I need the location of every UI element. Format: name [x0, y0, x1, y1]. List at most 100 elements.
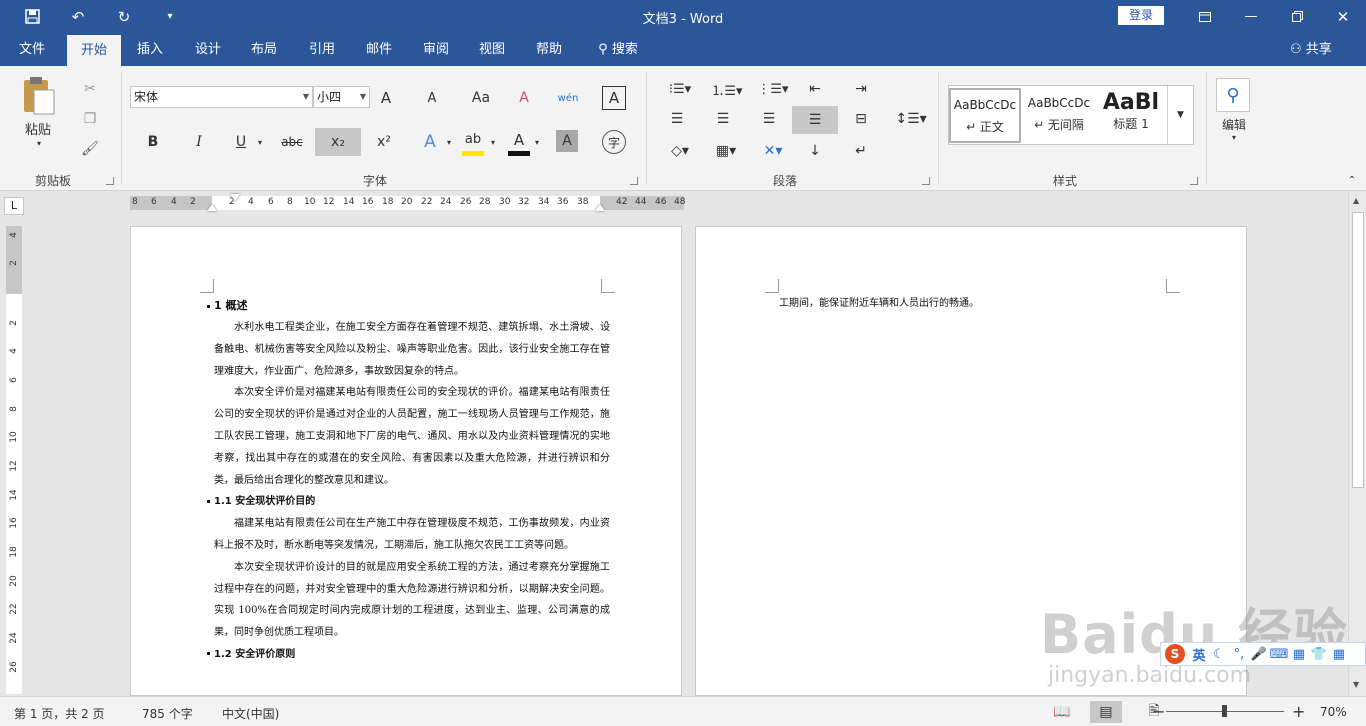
bullets-icon[interactable]: ⁝☰▾: [662, 78, 698, 100]
tab-design[interactable]: 设计: [184, 33, 232, 66]
share-button[interactable]: ⚇ 共享: [1290, 33, 1332, 66]
page-2-body[interactable]: 工期间，能保证附近车辆和人员出行的畅通。: [779, 293, 1175, 315]
heading-2[interactable]: 1.1 安全现状评价目的: [207, 491, 610, 513]
print-layout-icon[interactable]: ▤: [1090, 701, 1122, 723]
find-icon[interactable]: ⚲: [1216, 78, 1250, 112]
highlight-icon[interactable]: ab: [462, 128, 484, 156]
format-painter-icon[interactable]: 🖌: [78, 138, 102, 160]
heading-1[interactable]: 1 概述: [207, 295, 610, 317]
superscript-icon[interactable]: x²: [372, 130, 396, 154]
font-launcher-icon[interactable]: [630, 177, 638, 185]
page-1-body[interactable]: 1 概述 水利水电工程类企业，在施工安全方面存在着管理不规范、建筑拆塌、水土滑坡…: [207, 295, 610, 666]
toolbox-icon[interactable]: ▦: [1289, 647, 1309, 662]
text-effects-icon[interactable]: A: [418, 130, 442, 154]
highlight-dropdown-icon[interactable]: ▾: [488, 130, 498, 154]
paste-icon[interactable]: [18, 74, 58, 118]
undo-icon[interactable]: ↶: [58, 0, 98, 33]
paragraph[interactable]: 工期间，能保证附近车辆和人员出行的畅通。: [779, 293, 1175, 315]
font-color-dropdown-icon[interactable]: ▾: [532, 130, 542, 154]
zoom-level[interactable]: 70%: [1320, 705, 1347, 719]
borders-icon[interactable]: ▦▾: [708, 140, 744, 162]
bold-icon[interactable]: B: [142, 130, 164, 154]
sort-icon[interactable]: ↓: [804, 140, 826, 162]
tab-home[interactable]: 开始: [67, 35, 121, 66]
paragraph[interactable]: 福建某电站有限责任公司在生产施工中存在管理极度不规范，工伤事故频发，内业资料上报…: [214, 513, 610, 557]
align-right-icon[interactable]: ☰: [758, 108, 780, 130]
styles-launcher-icon[interactable]: [1190, 177, 1198, 185]
minimize-icon[interactable]: —: [1228, 0, 1274, 33]
styles-more-icon[interactable]: ▼: [1167, 86, 1193, 144]
strikethrough-icon[interactable]: abc: [276, 130, 308, 154]
scroll-down-icon[interactable]: ▼: [1353, 680, 1359, 689]
keyboard-icon[interactable]: ⌨: [1269, 647, 1289, 662]
style-normal[interactable]: AaBbCcDc ↵ 正文: [949, 88, 1021, 143]
tab-help[interactable]: 帮助: [525, 33, 573, 66]
paragraph[interactable]: 本次安全现状评价设计的目的就是应用安全系统工程的方法，通过考察充分掌握施工过程中…: [214, 557, 610, 644]
skin-icon[interactable]: 👕: [1309, 647, 1329, 662]
cut-icon[interactable]: ✂: [78, 78, 102, 100]
change-case-icon[interactable]: Aa: [464, 86, 498, 110]
align-left-icon[interactable]: ☰: [666, 108, 688, 130]
tab-references[interactable]: 引用: [298, 33, 346, 66]
horizontal-ruler[interactable]: 8 6 4 2 2 4 6 8 10 12 14 16 18 20 22 24 …: [130, 194, 685, 211]
restore-icon[interactable]: [1274, 0, 1320, 33]
zoom-in-button[interactable]: +: [1292, 702, 1305, 721]
redo-icon[interactable]: ↻: [104, 0, 144, 33]
word-count[interactable]: 785 个字: [142, 705, 193, 722]
paste-label[interactable]: 粘贴: [18, 120, 58, 138]
align-center-icon[interactable]: ☰: [712, 108, 734, 130]
underline-dropdown-icon[interactable]: ▾: [254, 130, 266, 154]
editing-dropdown-icon[interactable]: ▾: [1228, 132, 1240, 142]
save-icon[interactable]: [12, 0, 52, 33]
sogou-logo-icon[interactable]: S: [1165, 644, 1185, 664]
heading-2[interactable]: 1.2 安全评价原则: [207, 644, 610, 666]
grow-font-icon[interactable]: A: [374, 86, 398, 110]
read-mode-icon[interactable]: 📖: [1046, 701, 1078, 723]
text-effects-dropdown-icon[interactable]: ▾: [444, 130, 454, 154]
scroll-thumb[interactable]: [1352, 212, 1364, 488]
font-size-combo[interactable]: 小四 ▼: [313, 86, 370, 108]
chinese-layout-icon[interactable]: ✕▾: [756, 140, 790, 162]
paragraph-launcher-icon[interactable]: [922, 177, 930, 185]
ime-lang-toggle[interactable]: 英: [1189, 645, 1209, 664]
subscript-icon[interactable]: x₂: [315, 128, 361, 156]
underline-icon[interactable]: U: [230, 130, 252, 154]
enclose-characters-icon[interactable]: 字: [602, 130, 626, 154]
collapse-ribbon-icon[interactable]: ⌃: [1346, 174, 1358, 186]
editing-label[interactable]: 编辑: [1216, 116, 1252, 132]
language-status[interactable]: 中文(中国): [222, 705, 279, 722]
page-count[interactable]: 第 1 页，共 2 页: [14, 705, 105, 722]
menu-grid-icon[interactable]: ▦: [1329, 647, 1349, 662]
vertical-ruler[interactable]: 4 2 2 4 6 8 10 12 14 16 18 20 22 24 26: [6, 226, 22, 694]
shrink-font-icon[interactable]: A: [420, 86, 444, 110]
document-page-1[interactable]: 1 概述 水利水电工程类企业，在施工安全方面存在着管理不规范、建筑拆塌、水土滑坡…: [130, 226, 682, 696]
line-spacing-icon[interactable]: ↕☰▾: [895, 108, 926, 130]
clear-formatting-icon[interactable]: A: [512, 86, 536, 110]
shading-icon[interactable]: ◇▾: [662, 140, 698, 162]
zoom-slider-thumb[interactable]: [1222, 705, 1227, 717]
tab-file[interactable]: 文件: [8, 33, 56, 66]
distributed-icon[interactable]: ⊟: [850, 108, 872, 130]
tab-mailings[interactable]: 邮件: [355, 33, 403, 66]
customize-qat-icon[interactable]: ▾: [150, 0, 190, 33]
right-indent-marker[interactable]: [595, 204, 605, 211]
style-heading-1[interactable]: AaBl 标题 1: [1095, 88, 1167, 143]
ime-toolbar[interactable]: S 英 ☾ °, 🎤 ⌨ ▦ 👕 ▦: [1160, 642, 1366, 666]
character-border-icon[interactable]: A: [602, 86, 626, 110]
style-no-spacing[interactable]: AaBbCcDc ↵ 无间隔: [1023, 88, 1095, 143]
login-button[interactable]: 登录: [1118, 6, 1164, 25]
search-box[interactable]: ⚲ 搜索: [590, 33, 646, 66]
font-color-icon[interactable]: A: [508, 128, 530, 156]
vertical-scrollbar[interactable]: ▲ ▼: [1348, 192, 1366, 696]
multilevel-list-icon[interactable]: ⋮☰▾: [756, 78, 790, 100]
copy-icon[interactable]: ❐: [78, 108, 102, 130]
tab-view[interactable]: 视图: [468, 33, 516, 66]
paste-dropdown-icon[interactable]: ▾: [34, 138, 44, 148]
justify-icon[interactable]: ☰: [792, 106, 838, 134]
tab-selector[interactable]: L: [4, 197, 24, 215]
phonetic-guide-icon[interactable]: wén: [556, 84, 580, 112]
numbering-icon[interactable]: ⒈☰▾: [708, 78, 746, 100]
decrease-indent-icon[interactable]: ⇤: [804, 78, 826, 100]
first-line-indent-marker[interactable]: [230, 194, 240, 201]
document-page-2[interactable]: 工期间，能保证附近车辆和人员出行的畅通。: [695, 226, 1247, 696]
